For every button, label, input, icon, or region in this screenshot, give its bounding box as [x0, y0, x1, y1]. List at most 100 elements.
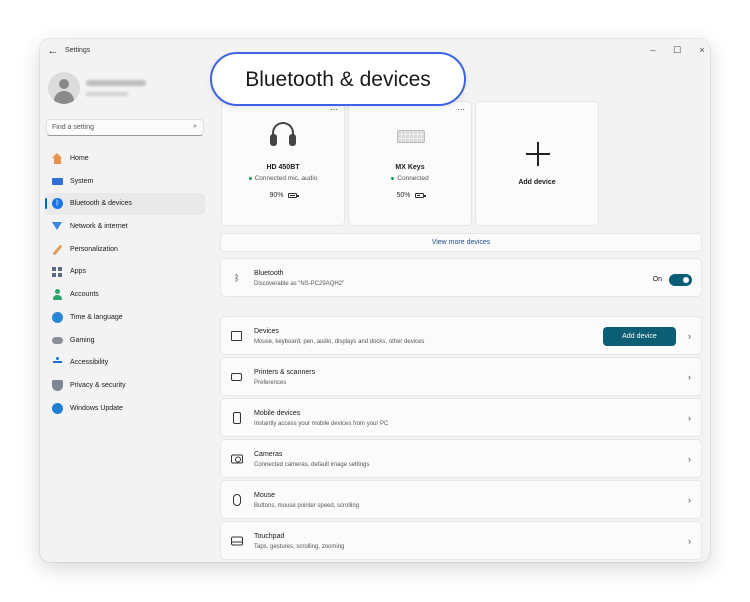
sidebar-item-label: Windows Update	[70, 404, 123, 412]
chevron-right-icon: ›	[688, 453, 691, 464]
device-battery: 50%	[349, 192, 471, 199]
user-name-redacted	[86, 80, 146, 86]
row-subtitle: Connected cameras, default image setting…	[254, 462, 370, 468]
sidebar-item-label: Accounts	[70, 291, 99, 299]
printers-scanners-row[interactable]: Printers & scanners Preferences ›	[220, 357, 702, 396]
system-icon	[52, 177, 63, 185]
touchpad-row[interactable]: Touchpad Taps, gestures, scrolling, zoom…	[220, 521, 702, 560]
battery-percent: 90%	[269, 192, 284, 199]
sidebar-item-label: Time & language	[70, 313, 123, 321]
close-button[interactable]: ×	[695, 43, 709, 57]
windows-update-icon	[52, 402, 63, 414]
mouse-row[interactable]: Mouse Buttons, mouse pointer speed, scro…	[220, 480, 702, 519]
maximize-button[interactable]: ☐	[670, 43, 684, 57]
bluetooth-icon: ᛒ	[234, 272, 240, 283]
app-title: Settings	[65, 47, 91, 54]
row-subtitle: Instantly access your mobile devices fro…	[254, 421, 389, 427]
search-placeholder: Find a setting	[52, 124, 95, 131]
back-arrow-icon[interactable]: ←	[46, 44, 60, 58]
more-options-icon[interactable]: ⋯	[330, 106, 338, 114]
personalization-icon	[52, 244, 63, 255]
toggle-knob	[683, 277, 689, 283]
device-card-mx-keys[interactable]: ⋯ MX Keys Connected 50%	[348, 101, 472, 226]
accessibility-icon	[52, 357, 63, 368]
chevron-right-icon: ›	[688, 412, 691, 423]
row-title: Printers & scanners	[254, 369, 316, 376]
toggle-state-label: On	[652, 276, 662, 283]
battery-percent: 50%	[396, 192, 411, 199]
sidebar-item-label: Network & internet	[70, 223, 128, 231]
sidebar-item-network[interactable]: Network & internet	[45, 216, 205, 238]
row-subtitle: Mouse, keyboard, pen, audio, displays an…	[254, 339, 425, 345]
sidebar-item-windows-update[interactable]: Windows Update	[45, 398, 205, 420]
device-status-text: Connected mic, audio	[254, 175, 318, 182]
device-card-hd450bt[interactable]: ⋯ HD 450BT Connected mic, audio 90%	[221, 101, 345, 226]
chevron-right-icon: ›	[688, 535, 691, 546]
sidebar-item-label: System	[70, 177, 94, 185]
sidebar-item-time-language[interactable]: Time & language	[45, 307, 205, 329]
battery-icon	[414, 192, 426, 198]
sidebar-item-system[interactable]: System	[45, 171, 205, 193]
row-subtitle: Buttons, mouse pointer speed, scrolling	[254, 503, 360, 509]
row-title: Mouse	[254, 492, 276, 499]
device-battery: 90%	[222, 192, 344, 199]
devices-icon	[231, 330, 242, 341]
device-status-text: Connected	[397, 175, 429, 182]
sidebar-item-bluetooth[interactable]: ᛒ Bluetooth & devices	[45, 193, 205, 215]
time-language-icon	[52, 311, 63, 323]
active-indicator	[45, 198, 47, 210]
bluetooth-toggle[interactable]	[669, 274, 692, 286]
sidebar-item-home[interactable]: Home	[45, 148, 205, 170]
sidebar-item-label: Privacy & security	[70, 381, 126, 389]
accounts-icon	[52, 289, 63, 301]
search-input[interactable]: Find a setting ⌕	[46, 119, 204, 136]
phone-icon	[233, 411, 241, 424]
printer-icon	[231, 372, 242, 381]
plus-icon	[526, 142, 550, 166]
row-title: Bluetooth	[254, 270, 284, 277]
mobile-devices-row[interactable]: Mobile devices Instantly access your mob…	[220, 398, 702, 437]
avatar-head-icon	[59, 79, 69, 89]
sidebar-item-label: Personalization	[70, 245, 118, 253]
sidebar-item-label: Apps	[70, 268, 86, 276]
sidebar-item-apps[interactable]: Apps	[45, 261, 205, 283]
sidebar-item-label: Accessibility	[70, 359, 109, 367]
page-title-highlight: Bluetooth & devices	[210, 52, 466, 106]
sidebar-item-label: Gaming	[70, 336, 95, 344]
chevron-right-icon: ›	[688, 330, 691, 341]
sidebar-item-accessibility[interactable]: Accessibility	[45, 352, 205, 374]
network-icon	[52, 221, 63, 232]
view-more-devices-link[interactable]: View more devices	[220, 233, 702, 252]
privacy-icon	[52, 379, 63, 391]
sidebar-item-accounts[interactable]: Accounts	[45, 284, 205, 306]
add-device-button[interactable]: Add device	[603, 327, 676, 346]
chevron-right-icon: ›	[688, 371, 691, 382]
keyboard-icon	[397, 130, 425, 143]
device-name: MX Keys	[395, 164, 425, 171]
bluetooth-row: ᛒ Bluetooth Discoverable as “NS-PC29AQH2…	[220, 258, 702, 297]
avatar-body-icon	[54, 91, 74, 104]
sidebar-nav: Home System ᛒ Bluetooth & devices Networ…	[45, 148, 205, 420]
battery-fill	[289, 194, 295, 196]
apps-icon	[52, 266, 63, 277]
device-name: HD 450BT	[266, 164, 300, 171]
row-subtitle: Preferences	[254, 380, 287, 386]
add-device-card[interactable]: Add device	[475, 101, 599, 226]
sidebar-item-label: Bluetooth & devices	[70, 200, 132, 208]
camera-icon	[231, 454, 243, 463]
more-options-icon[interactable]: ⋯	[457, 106, 465, 114]
cameras-row[interactable]: Cameras Connected cameras, default image…	[220, 439, 702, 478]
search-icon[interactable]: ⌕	[193, 123, 197, 131]
mouse-icon	[233, 493, 241, 506]
sidebar-item-gaming[interactable]: Gaming	[45, 330, 205, 352]
battery-icon	[287, 192, 299, 198]
row-title: Devices	[254, 328, 279, 335]
bluetooth-icon: ᛒ	[52, 198, 63, 210]
minimize-button[interactable]: –	[646, 43, 660, 57]
sidebar-item-personalization[interactable]: Personalization	[45, 239, 205, 261]
avatar[interactable]	[48, 72, 80, 104]
row-subtitle: Taps, gestures, scrolling, zooming	[254, 544, 345, 550]
sidebar-item-privacy[interactable]: Privacy & security	[45, 375, 205, 397]
touchpad-icon	[231, 536, 243, 545]
devices-row[interactable]: Devices Mouse, keyboard, pen, audio, dis…	[220, 316, 702, 355]
